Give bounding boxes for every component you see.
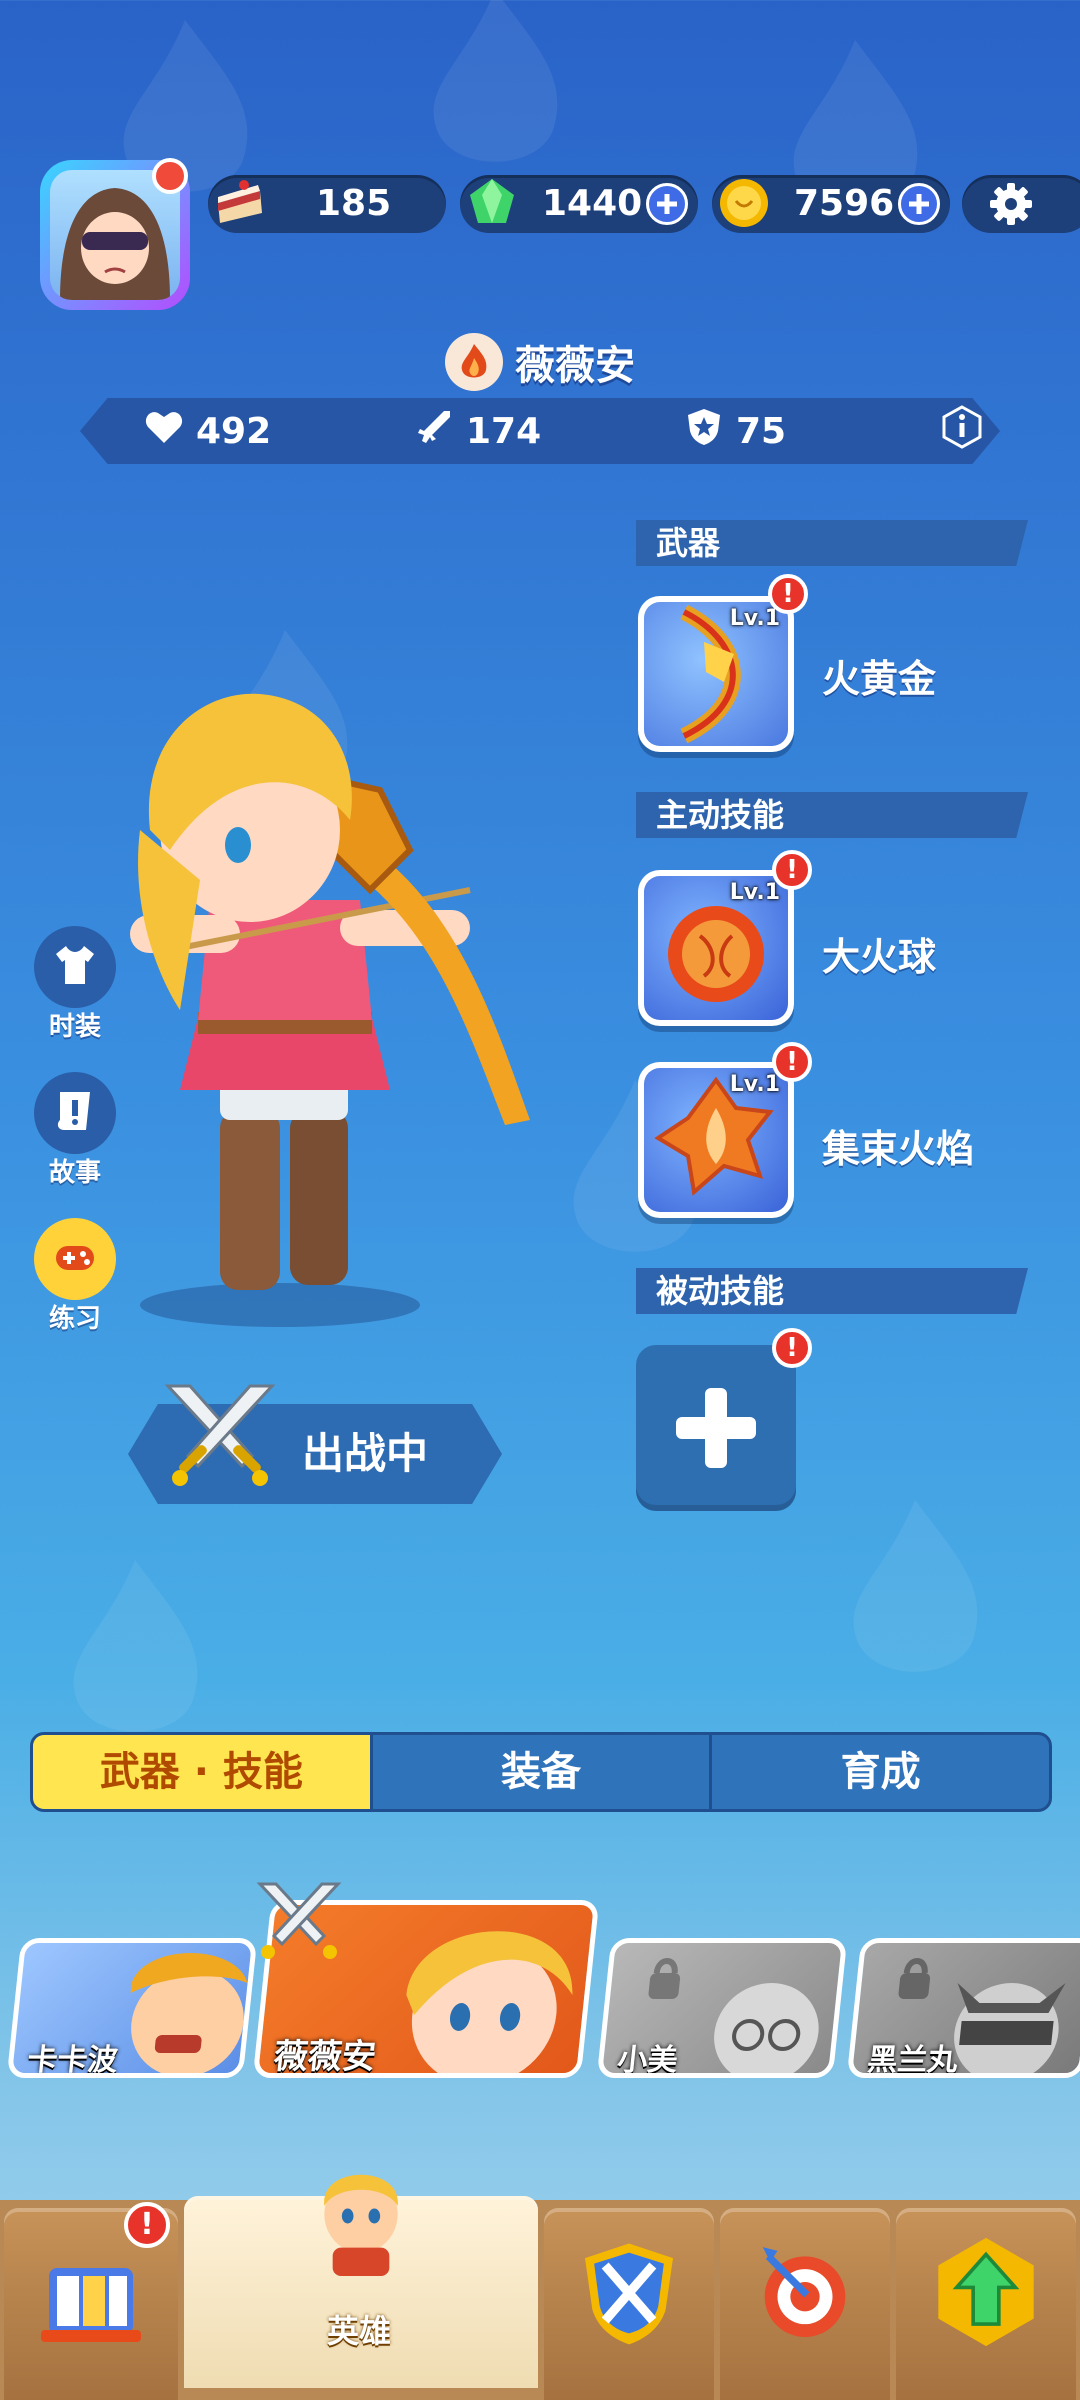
shop-alert-badge: ! [124,2202,170,2248]
fire-element-icon [445,333,503,391]
stats-info-button[interactable] [940,398,984,464]
tab-development[interactable]: 育成 [709,1735,1049,1809]
health-stat: 492 [144,398,271,464]
nav-hero-button[interactable]: 英雄 [184,2174,538,2388]
coin-counter: 7596 [712,175,950,233]
weapon-section-label: 武器 [636,520,1028,566]
passive-alert-badge: ! [772,1328,812,1368]
bow-weapon-icon: Lv.1 [644,602,788,746]
weapon-alert-badge: ! [768,574,808,614]
bg-flame-decoration [420,0,570,180]
nav-battle-button[interactable] [544,2208,714,2400]
hero-stats-bar: 492 174 75 [80,398,1000,464]
hero-character-model[interactable] [110,680,570,1330]
weapon-card[interactable]: Lv.1 [638,596,794,752]
active-skill-section-label: 主动技能 [636,792,1028,838]
health-value: 492 [196,410,272,452]
info-icon [940,404,984,458]
gear-icon [988,181,1034,227]
upgrade-arrow-icon [938,2237,1034,2347]
hero-card-xiaomei[interactable]: 小美 [596,1938,848,2078]
focused-flame-icon: Lv.1 [644,1068,788,1212]
battle-shield-icon [585,2243,673,2345]
cake-counter: 185 [208,175,446,233]
hero-nav-icon [324,2174,398,2276]
weapon-level: Lv.1 [729,606,780,631]
fireball-icon: Lv.1 [644,876,788,1020]
nav-upgrade-button[interactable] [896,2208,1076,2400]
focused-flame-level: Lv.1 [729,1072,780,1097]
hero-card-name: 卡卡波 [25,2043,120,2078]
gem-counter: 1440 [460,175,698,233]
hero-name-row: 薇薇安 [0,330,1080,394]
gamepad-icon [50,1232,100,1286]
focused-flame-skill-name: 集束火焰 [822,1127,975,1171]
gem-value: 1440 [542,183,643,224]
shirt-icon [50,940,100,994]
hero-tabs: 武器 · 技能 装备 育成 [30,1732,1052,1812]
costume-button[interactable] [34,926,116,1008]
add-coins-button[interactable] [898,183,940,225]
heart-icon [144,407,184,456]
deploy-status-label: 出战中 [302,1429,429,1478]
bg-flame-decoration [840,1500,990,1690]
crossed-swords-icon [160,1382,280,1492]
cake-icon [210,173,270,233]
add-gems-button[interactable] [646,183,688,225]
gem-icon [462,173,522,233]
attack-value: 174 [466,410,542,452]
hero-card-name: 小美 [615,2043,680,2078]
shop-icon [41,2268,141,2342]
weapon-name: 火黄金 [822,657,937,701]
attack-stat: 174 [414,398,541,464]
bg-flame-decoration [60,1560,210,1750]
fireball-skill-name: 大火球 [822,935,937,979]
cake-value: 185 [316,183,392,224]
settings-button[interactable] [962,175,1080,233]
hero-card-kakabo[interactable]: 卡卡波 [6,1938,258,2078]
tab-weapon-skills[interactable]: 武器 · 技能 [33,1735,370,1809]
selected-hero-swords-icon [254,1880,344,1964]
focused-flame-alert-badge: ! [772,1042,812,1082]
nav-target-button[interactable] [720,2208,890,2400]
fireball-level: Lv.1 [729,880,780,905]
hero-card-name: 薇薇安 [271,2037,378,2077]
shield-icon [684,407,724,456]
coin-icon [714,173,774,233]
hero-card-name: 黑兰丸 [865,2043,960,2078]
hero-card-heilanwan[interactable]: 黑兰丸 [846,1938,1080,2078]
target-icon [762,2247,846,2337]
skill-card-fireball[interactable]: Lv.1 [638,870,794,1026]
story-icon [50,1086,100,1140]
passive-skill-section-label: 被动技能 [636,1268,1028,1314]
hero-name: 薇薇安 [515,343,635,389]
defense-stat: 75 [684,398,786,464]
sword-icon [414,407,454,456]
defense-value: 75 [736,410,787,452]
skill-card-focused-flame[interactable]: Lv.1 [638,1062,794,1218]
notification-dot [152,158,188,194]
practice-button[interactable] [34,1218,116,1300]
nav-hero-label: 英雄 [327,2312,392,2350]
story-button[interactable] [34,1072,116,1154]
coin-value: 7596 [794,183,895,224]
tab-equipment[interactable]: 装备 [369,1735,710,1809]
fireball-alert-badge: ! [772,850,812,890]
add-passive-skill-button[interactable] [636,1345,796,1511]
